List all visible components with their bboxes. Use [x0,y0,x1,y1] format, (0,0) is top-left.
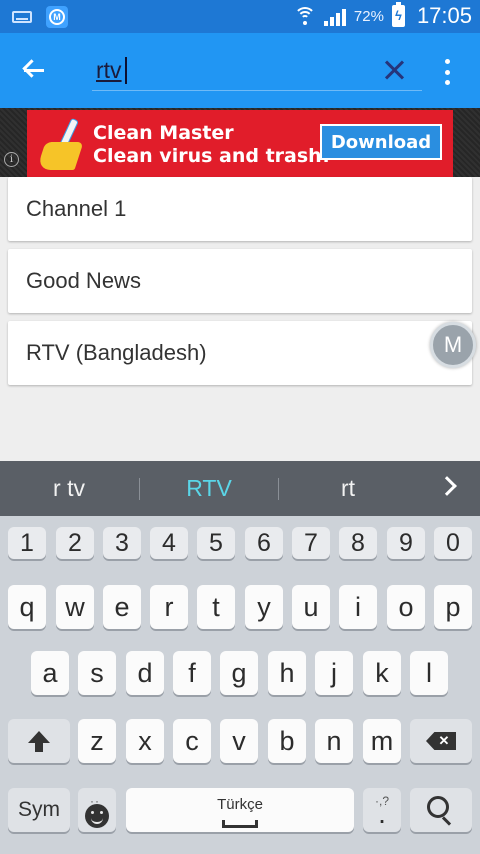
key-x[interactable]: x [126,719,164,763]
broom-icon [36,117,87,170]
keyboard: r tv RTV rt 1 2 3 4 5 6 7 8 9 0 q w e r … [0,461,480,854]
search-results: Channel 1 Good News RTV (Bangladesh) [0,177,480,461]
chevron-right-icon[interactable] [437,476,457,496]
key-v[interactable]: v [220,719,258,763]
suggestion-item-selected[interactable]: RTV [149,475,269,502]
more-options-icon[interactable] [436,57,458,87]
key-w[interactable]: w [56,585,94,629]
battery-charging-icon: ϟ [391,2,405,27]
key-t[interactable]: t [197,585,235,629]
key-3[interactable]: 3 [103,527,141,559]
floating-app-button[interactable]: M [430,322,476,368]
key-9[interactable]: 9 [387,527,425,559]
key-0[interactable]: 0 [434,527,472,559]
key-g[interactable]: g [220,651,258,695]
search-icon [427,796,449,818]
app-bar [0,33,480,108]
result-label: Channel 1 [26,196,127,221]
key-j[interactable]: j [315,651,353,695]
key-q[interactable]: q [8,585,46,629]
search-input[interactable] [92,51,372,89]
key-1[interactable]: 1 [8,527,46,559]
clear-search-icon[interactable] [378,55,410,87]
ad-title: Clean Master [93,122,234,144]
result-item[interactable]: RTV (Bangladesh) [8,321,472,385]
status-time: 17:05 [416,3,472,28]
search-key[interactable] [410,788,472,832]
shift-key[interactable] [8,719,70,763]
ad-subtitle: Clean virus and trash! [93,145,331,167]
key-7[interactable]: 7 [292,527,330,559]
result-label: RTV (Bangladesh) [26,340,207,365]
back-arrow-icon[interactable] [18,55,54,87]
key-a[interactable]: a [31,651,69,695]
text-cursor [125,57,127,84]
key-e[interactable]: e [103,585,141,629]
key-o[interactable]: o [387,585,425,629]
divider [278,478,279,500]
suggestion-item[interactable]: r tv [9,475,129,502]
app-notification-icon: M [46,6,68,28]
key-b[interactable]: b [268,719,306,763]
wifi-icon [293,5,316,27]
key-r[interactable]: r [150,585,188,629]
emoji-key[interactable]: ·· [78,788,116,832]
result-item[interactable]: Channel 1 [8,177,472,241]
key-p[interactable]: p [434,585,472,629]
key-l[interactable]: l [410,651,448,695]
space-language-label: Türkçe [217,796,263,813]
ad-banner[interactable]: Clean Master Clean virus and trash! Down… [27,110,453,177]
key-i[interactable]: i [339,585,377,629]
backspace-icon: ✕ [426,732,456,750]
result-label: Good News [26,268,141,293]
key-d[interactable]: d [126,651,164,695]
key-y[interactable]: y [245,585,283,629]
ad-download-button[interactable]: Download [320,124,442,160]
ad-info-icon[interactable]: i [4,152,19,167]
emoji-icon [85,804,109,828]
key-6[interactable]: 6 [245,527,283,559]
search-field [92,51,422,91]
key-u[interactable]: u [292,585,330,629]
period-key[interactable]: ·,? . [363,788,401,832]
key-c[interactable]: c [173,719,211,763]
suggestion-bar: r tv RTV rt [0,461,480,516]
key-8[interactable]: 8 [339,527,377,559]
key-5[interactable]: 5 [197,527,235,559]
key-2[interactable]: 2 [56,527,94,559]
backspace-key[interactable]: ✕ [410,719,472,763]
signal-icon [323,6,346,26]
status-bar: M 72% ϟ 17:05 [0,0,480,33]
key-h[interactable]: h [268,651,306,695]
space-icon [222,820,258,828]
key-s[interactable]: s [78,651,116,695]
ad-area: Clean Master Clean virus and trash! Down… [0,108,480,177]
key-4[interactable]: 4 [150,527,188,559]
key-m[interactable]: m [363,719,401,763]
result-item[interactable]: Good News [8,249,472,313]
shift-arrow-icon [28,731,50,752]
key-k[interactable]: k [363,651,401,695]
battery-percent: 72% [353,7,384,25]
key-f[interactable]: f [173,651,211,695]
keyboard-icon [12,11,32,23]
key-n[interactable]: n [315,719,353,763]
sym-key[interactable]: Sym [8,788,70,832]
suggestion-item[interactable]: rt [288,475,408,502]
key-z[interactable]: z [78,719,116,763]
divider [139,478,140,500]
space-key[interactable]: Türkçe [126,788,354,832]
